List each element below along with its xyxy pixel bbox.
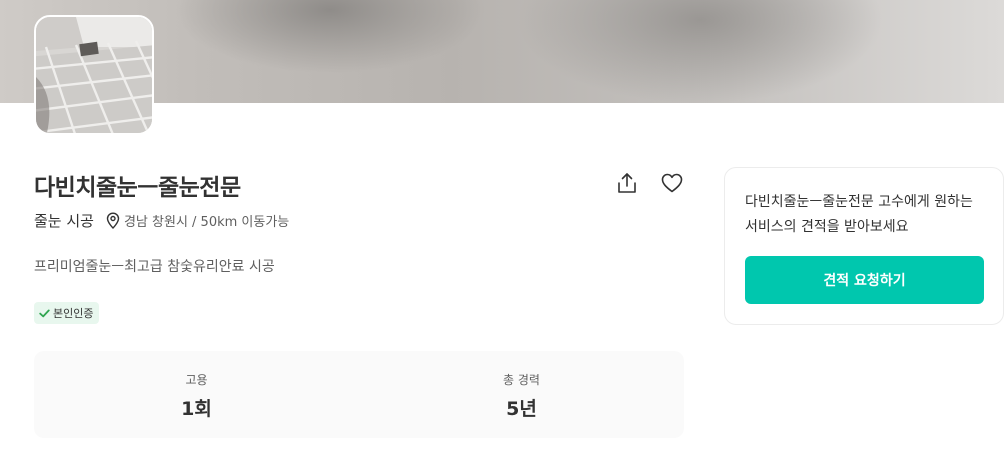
stat-label: 총 경력 bbox=[503, 373, 540, 387]
stat-value: 1회 bbox=[181, 398, 212, 420]
profile-photo bbox=[34, 15, 154, 135]
stats-panel: 고용 1회 총 경력 5년 bbox=[34, 351, 684, 438]
identity-verified-badge: 본인인증 bbox=[34, 302, 100, 324]
like-button[interactable] bbox=[658, 169, 686, 197]
stat-hires: 고용 1회 bbox=[34, 351, 359, 438]
heart-icon bbox=[661, 173, 683, 193]
check-icon bbox=[39, 309, 50, 317]
share-icon bbox=[618, 173, 636, 193]
profile-subline: 줄눈 시공 경남 창원시 / 50km 이동가능 bbox=[34, 210, 289, 231]
stat-experience: 총 경력 5년 bbox=[359, 351, 684, 438]
stat-value: 5년 bbox=[506, 398, 537, 420]
quote-request-card: 다빈치줄눈ㅡ줄눈전문 고수에게 원하는 서비스의 견적을 받아보세요 견적 요청… bbox=[724, 167, 1004, 325]
expert-description: 프리미엄줄눈ㅡ최고급 참숯유리안료 시공 bbox=[34, 259, 275, 275]
quote-card-text: 다빈치줄눈ㅡ줄눈전문 고수에게 원하는 서비스의 견적을 받아보세요 bbox=[745, 194, 973, 235]
request-quote-button[interactable]: 견적 요청하기 bbox=[745, 256, 984, 304]
badge-label: 본인인증 bbox=[53, 307, 94, 320]
location-pin-icon bbox=[106, 212, 120, 229]
service-category: 줄눈 시공 bbox=[34, 212, 94, 230]
stat-label: 고용 bbox=[185, 373, 208, 387]
expert-name: 다빈치줄눈ㅡ줄눈전문 bbox=[34, 175, 241, 201]
share-button[interactable] bbox=[613, 169, 641, 197]
service-location: 경남 창원시 / 50km 이동가능 bbox=[123, 215, 290, 230]
profile-page: 다빈치줄눈ㅡ줄눈전문 줄눈 시공 경남 창원시 / 50km 이동가능 프리미엄… bbox=[0, 0, 1004, 464]
